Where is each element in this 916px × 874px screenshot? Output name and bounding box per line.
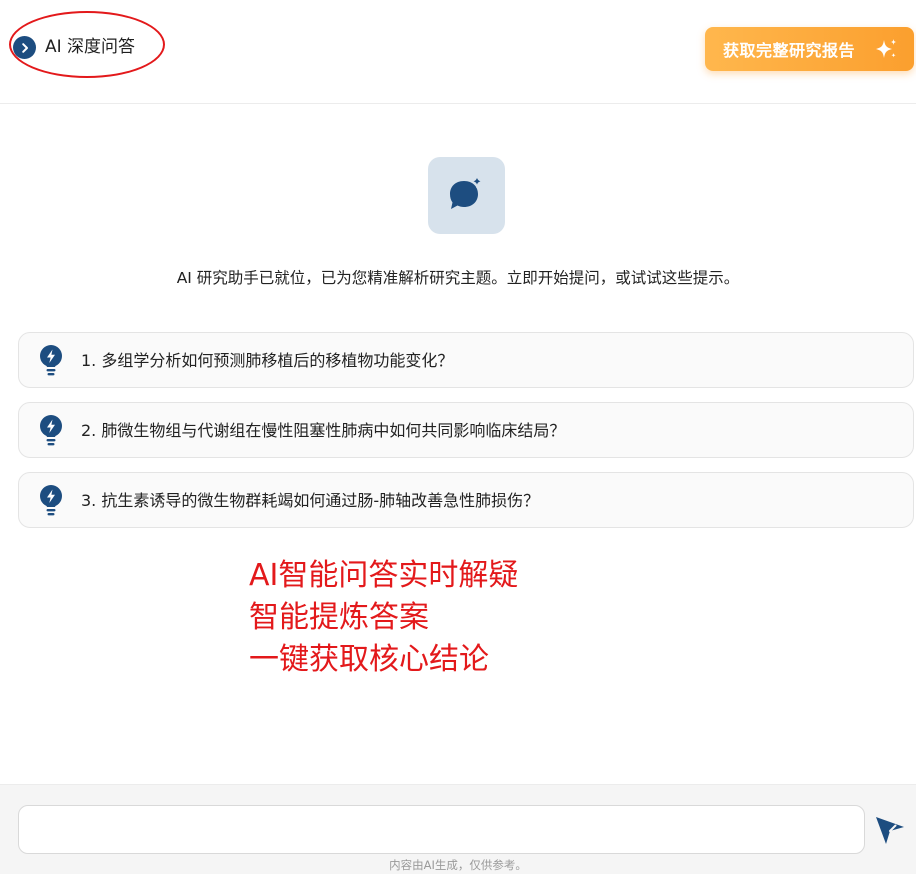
suggestion-item-2[interactable]: 2. 肺微生物组与代谢组在慢性阻塞性肺病中如何共同影响临床结局？	[18, 402, 914, 458]
page-title: AI 深度问答	[45, 37, 136, 57]
ai-qa-page: AI 深度问答 获取完整研究报告 AI 研究助手已就位，已为您精准解析研究主题。…	[0, 0, 916, 874]
suggestion-text: 2. 肺微生物组与代谢组在慢性阻塞性肺病中如何共同影响临床结局？	[81, 421, 566, 440]
suggestion-item-3[interactable]: 3. 抗生素诱导的微生物群耗竭如何通过肠-肺轴改善急性肺损伤？	[18, 472, 914, 528]
sparkle-icon	[876, 39, 897, 58]
annotation-line-2: 智能提炼答案	[249, 600, 429, 635]
suggestion-item-1[interactable]: 1. 多组学分析如何预测肺移植后的移植物功能变化？	[18, 332, 914, 388]
suggestion-text: 1. 多组学分析如何预测肺移植后的移植物功能变化？	[81, 351, 454, 370]
lightbulb-icon	[40, 345, 62, 376]
ai-disclaimer: 内容由AI生成，仅供参考。	[389, 858, 527, 872]
chat-sparkle-icon	[449, 174, 483, 209]
report-button-label: 获取完整研究报告	[723, 41, 856, 60]
lightbulb-icon	[40, 485, 62, 516]
chevron-right-icon	[21, 42, 28, 53]
chat-input[interactable]	[18, 805, 865, 854]
annotation-line-3: 一键获取核心结论	[249, 642, 489, 677]
get-full-report-button[interactable]: 获取完整研究报告	[705, 27, 914, 71]
lightbulb-icon	[40, 415, 62, 446]
annotation-line-1: AI智能问答实时解疑	[249, 558, 519, 593]
header: AI 深度问答 获取完整研究报告	[0, 0, 916, 104]
chat-input-bar: 内容由AI生成，仅供参考。	[0, 784, 916, 874]
assistant-avatar	[428, 157, 505, 234]
send-icon	[876, 817, 904, 844]
suggestion-text: 3. 抗生素诱导的微生物群耗竭如何通过肠-肺轴改善急性肺损伤？	[81, 491, 540, 510]
back-button[interactable]	[13, 36, 36, 59]
welcome-message: AI 研究助手已就位，已为您精准解析研究主题。立即开始提问，或试试这些提示。	[176, 269, 740, 287]
send-button[interactable]	[872, 813, 908, 847]
promo-annotation: AI智能问答实时解疑 智能提炼答案 一键获取核心结论	[249, 555, 518, 681]
